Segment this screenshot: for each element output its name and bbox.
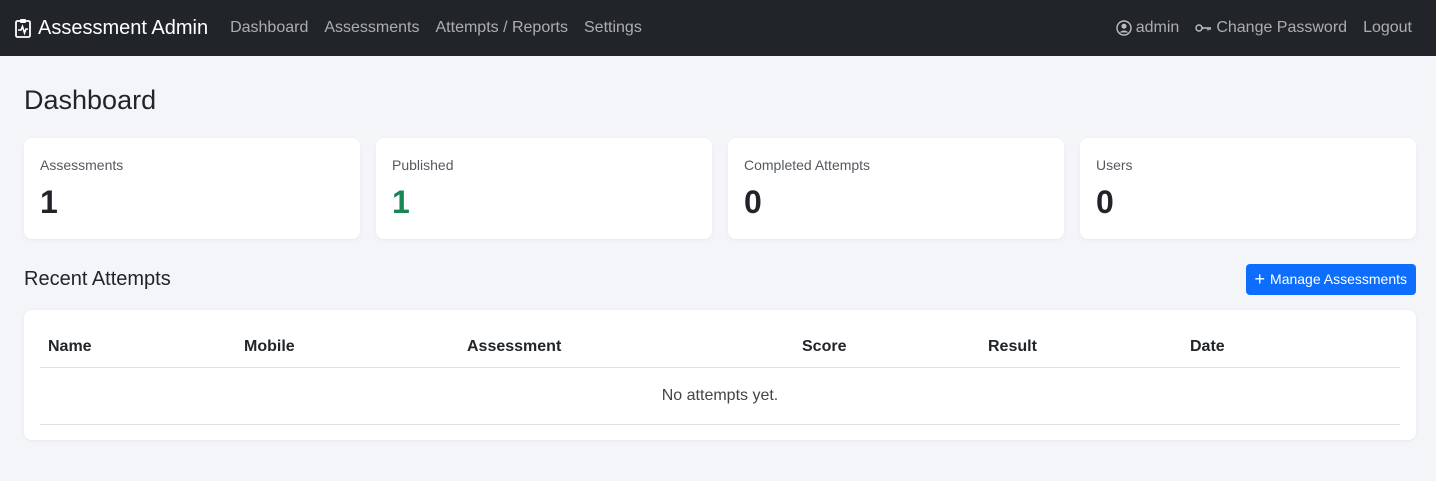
manage-assessments-label: Manage Assessments [1270,271,1407,287]
stat-label: Users [1096,157,1133,173]
stat-value: 0 [1096,184,1114,220]
empty-state-text: No attempts yet. [40,367,1400,425]
nav-dashboard[interactable]: Dashboard [222,19,316,37]
nav-right: admin Change Password Logout [1108,19,1420,37]
column-header-date[interactable]: Date [1182,326,1400,368]
column-header-score[interactable]: Score [794,326,980,368]
user-circle-icon [1116,20,1132,36]
table-header-row: Name Mobile Assessment Score Result Date [40,326,1400,368]
nav-attempts-reports[interactable]: Attempts / Reports [428,19,577,37]
section-title: Recent Attempts [24,267,171,290]
nav-links: Dashboard Assessments Attempts / Reports… [222,19,650,37]
stat-card-published: Published 1 [376,138,712,239]
stat-value: 0 [744,184,762,220]
key-icon [1195,23,1212,33]
clipboard-pulse-icon [14,18,32,38]
user-menu[interactable]: admin [1108,19,1188,37]
user-name: admin [1135,19,1180,36]
stat-value: 1 [40,184,58,220]
stat-label: Published [392,157,454,173]
stats-row: Assessments 1 Published 1 Completed Atte… [24,138,1416,239]
recent-attempts-header: Recent Attempts + Manage Assessments [24,263,1416,295]
stat-label: Completed Attempts [744,157,871,173]
main-content: Dashboard Assessments 1 Published 1 Comp… [0,83,1436,440]
change-password-label: Change Password [1216,19,1348,36]
attempts-table-card: Name Mobile Assessment Score Result Date… [24,310,1416,440]
stat-card-users: Users 0 [1080,138,1416,239]
stat-value: 1 [392,184,410,220]
column-header-mobile[interactable]: Mobile [236,326,459,368]
nav-settings[interactable]: Settings [576,19,650,37]
plus-icon: + [1254,269,1266,289]
brand-title: Assessment Admin [38,16,209,39]
top-navbar: Assessment Admin Dashboard Assessments A… [0,0,1436,56]
stat-label: Assessments [40,157,124,173]
nav-assessments[interactable]: Assessments [316,19,427,37]
stat-card-completed-attempts: Completed Attempts 0 [728,138,1064,239]
column-header-name[interactable]: Name [40,326,236,368]
table-row: No attempts yet. [40,367,1400,425]
manage-assessments-button[interactable]: + Manage Assessments [1245,263,1416,295]
attempts-table: Name Mobile Assessment Score Result Date… [40,326,1400,425]
logout-link[interactable]: Logout [1355,19,1420,37]
change-password-link[interactable]: Change Password [1187,19,1355,37]
brand[interactable]: Assessment Admin [14,17,208,40]
page-title: Dashboard [24,85,157,115]
stat-card-assessments: Assessments 1 [24,138,360,239]
column-header-assessment[interactable]: Assessment [459,326,794,368]
column-header-result[interactable]: Result [980,326,1182,368]
